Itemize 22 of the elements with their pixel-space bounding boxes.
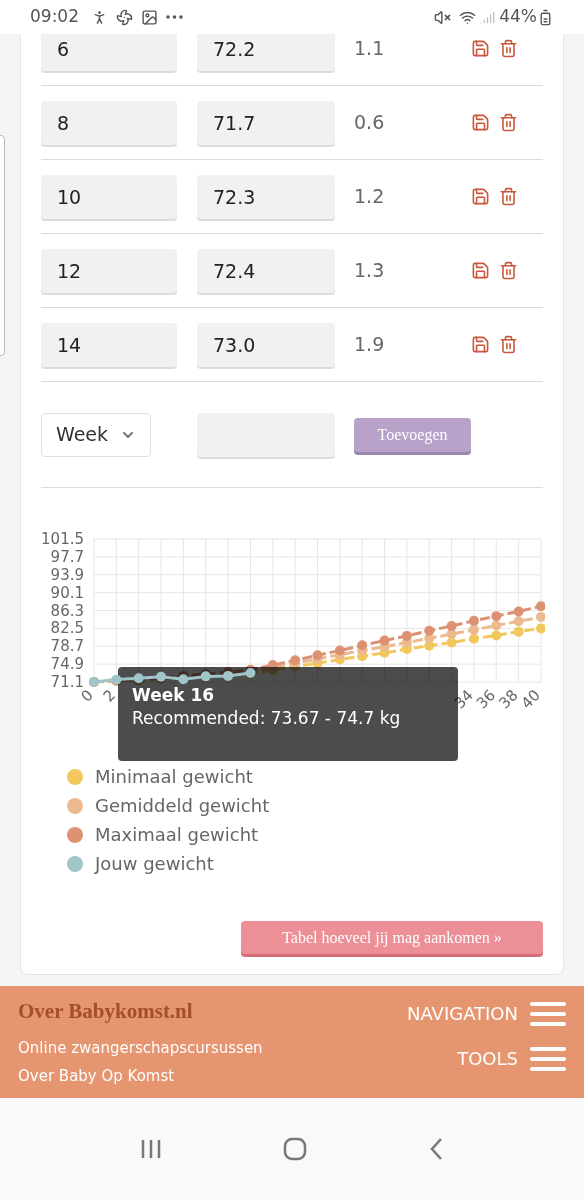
tooltip-title: Week 16 bbox=[132, 684, 215, 706]
difference-text: 1.3 bbox=[354, 258, 386, 284]
legend-label: Maximaal gewicht bbox=[95, 823, 259, 847]
difference-text: 1.2 bbox=[354, 184, 386, 210]
legend-label: Jouw gewicht bbox=[95, 852, 214, 876]
y-tick-label: 74.9 bbox=[50, 655, 84, 674]
legend-label: Minimaal gewicht bbox=[95, 765, 253, 789]
battery-percentage: 44% bbox=[499, 5, 537, 29]
difference-text: 1.1 bbox=[354, 36, 386, 62]
x-tick-label: 2 bbox=[99, 686, 120, 706]
legend-label: Gemiddeld gewicht bbox=[95, 794, 270, 818]
tooltip-text: Recommended: 73.67 - 74.7 kg bbox=[132, 707, 401, 730]
y-tick-label: 78.7 bbox=[50, 637, 84, 656]
y-tick-label: 90.1 bbox=[50, 583, 84, 602]
y-tick-label: 101.5 bbox=[41, 530, 84, 548]
difference-text: 1.9 bbox=[354, 332, 386, 358]
y-tick-label: 93.9 bbox=[50, 565, 84, 584]
difference-text: 0.6 bbox=[354, 110, 386, 136]
y-tick-label: 86.3 bbox=[50, 601, 84, 620]
y-tick-label: 82.5 bbox=[50, 619, 84, 638]
clock: 09:02 bbox=[30, 5, 79, 29]
y-tick-label: 97.7 bbox=[50, 547, 84, 566]
